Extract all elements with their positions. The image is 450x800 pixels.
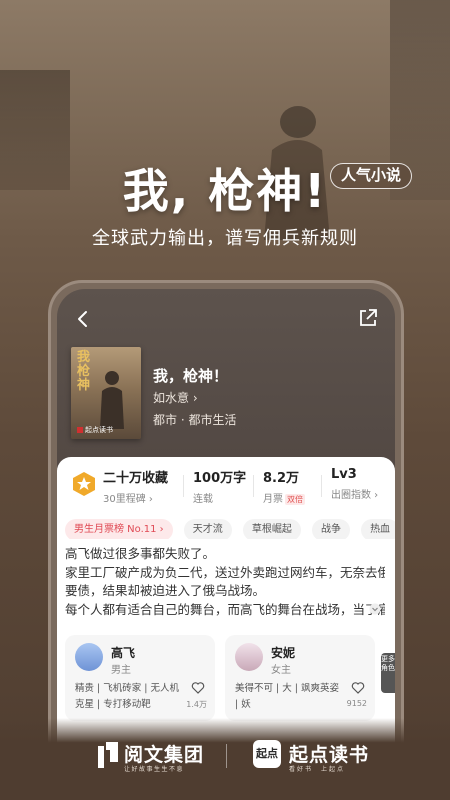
avatar [235,643,263,671]
monthly-tickets-stat[interactable]: 8.2万 月票 双倍 [263,467,305,505]
hero-subtitle: 全球武力输出，谱写佣兵新规则 [92,228,358,249]
phone-mockup: 我枪神 起点读书 我，枪神！ 如水意 › 都市 · 都市生活 二十万收藏 30里… [48,280,404,750]
synopsis[interactable]: 高飞做过很多事都失败了。 家里工厂破产成为负二代，送过外卖跑过网约车，无奈去俄国… [65,545,385,619]
character-card[interactable]: 高飞 男主 精贵 | 飞机砖家 | 无人机克星 | 专打移动靶 1.4万 [65,635,215,721]
heart-icon[interactable] [191,681,205,695]
popular-novel-badge: 人气小说 [330,163,413,189]
cover-title: 我枪神 [77,350,91,393]
book-info-card: 二十万收藏 30里程碑 › 100万字 连载 8.2万 月票 双倍 Lv3 出圈指… [57,457,395,750]
tag-chip[interactable]: 天才流 [183,519,232,539]
heart-icon[interactable] [351,681,365,695]
footer-divider [226,744,227,768]
medal-icon [73,472,95,496]
rank-chip[interactable]: 男生月票榜 No.11 › [65,519,173,539]
share-icon[interactable] [357,307,379,329]
tag-chip[interactable]: 草根崛起 [242,519,301,539]
book-detail-screen: 我枪神 起点读书 我，枪神！ 如水意 › 都市 · 都市生活 二十万收藏 30里… [57,289,395,750]
book-title: 我，枪神！ [153,367,229,385]
stats-row: 二十万收藏 30里程碑 › 100万字 连载 8.2万 月票 双倍 Lv3 出圈指… [65,467,395,507]
china-literature-logo-icon [98,742,118,768]
tag-chip[interactable]: 热血 [361,519,395,539]
book-author[interactable]: 如水意 › [153,389,198,406]
hero-title-text: 我, 枪神! [122,164,328,218]
footer [0,718,450,800]
tag-chip[interactable]: 战争 [311,519,350,539]
back-arrow-icon[interactable] [71,307,95,331]
book-cover[interactable]: 我枪神 起点读书 [71,347,141,439]
background-scene [0,0,450,300]
avatar [75,643,103,671]
chevron-down-icon[interactable] [369,603,381,615]
character-card[interactable]: 安妮 女主 美得不可 | 大 | 飒爽英姿 | 妖 9152 [225,635,375,721]
book-category: 都市 · 都市生活 [153,413,237,427]
collect-stat[interactable]: 二十万收藏 30里程碑 › [103,467,168,505]
tag-chips: 男生月票榜 No.11 › 天才流 草根崛起 战争 热血 佣 [65,517,395,539]
qidian-logo-icon: 起点 [253,740,281,768]
level-stat[interactable]: Lv3 出圈指数 › [331,467,378,501]
top-bar [57,289,395,349]
character-cards: 高飞 男主 精贵 | 飞机砖家 | 无人机克星 | 专打移动靶 1.4万 安妮 … [65,635,395,725]
cover-publisher: 起点读书 [77,425,113,435]
double-tag: 双倍 [285,494,305,505]
more-characters-tab[interactable]: 更多角色 [381,653,395,693]
soldier-figure-icon [100,371,124,429]
words-stat: 100万字 连载 [193,471,247,505]
